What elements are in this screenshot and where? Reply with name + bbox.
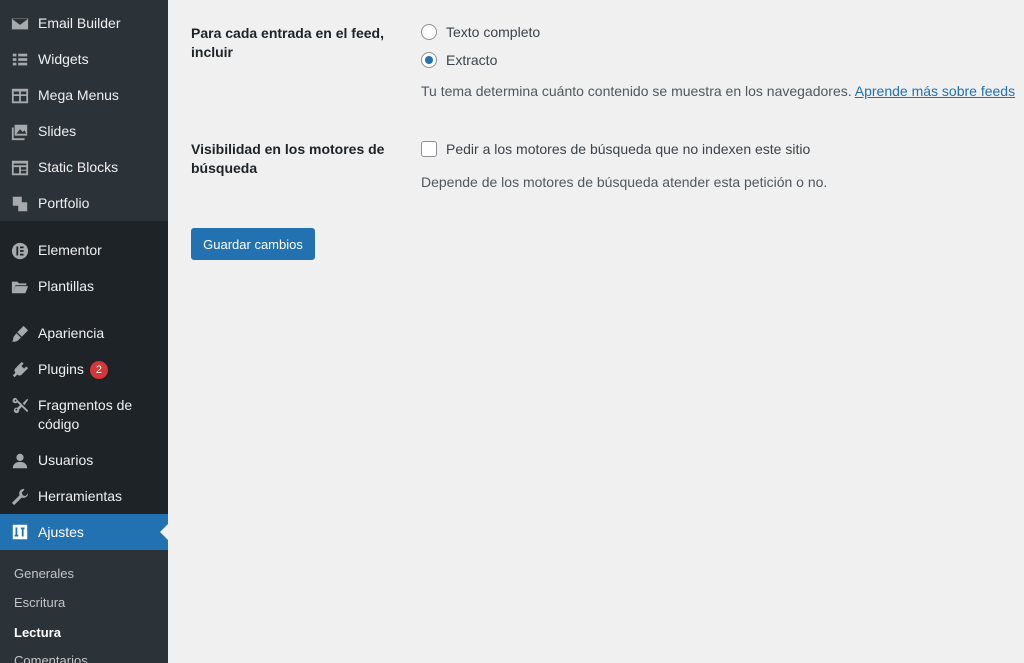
- submenu-escritura[interactable]: Escritura: [14, 595, 65, 610]
- feed-content-label: Para cada entrada en el feed, incluir: [191, 25, 384, 60]
- user-icon: [10, 451, 30, 471]
- save-changes-button[interactable]: Guardar cambios: [191, 228, 315, 260]
- admin-sidebar: Email Builder Widgets Mega Menus Slides …: [0, 0, 168, 663]
- settings-content: Para cada entrada en el feed, incluir Te…: [168, 0, 1024, 663]
- sidebar-item-usuarios[interactable]: Usuarios: [0, 451, 168, 473]
- search-visibility-label: Visibilidad en los motores de búsqueda: [191, 141, 385, 176]
- sidebar-item-ajustes[interactable]: Ajustes: [0, 514, 168, 550]
- feed-full-text-radio[interactable]: [421, 24, 437, 40]
- sidebar-item-plugins[interactable]: Plugins 2: [0, 360, 168, 382]
- sidebar-item-email-builder[interactable]: Email Builder: [0, 14, 168, 36]
- sidebar-item-widgets[interactable]: Widgets: [0, 50, 168, 72]
- slides-icon: [10, 122, 30, 142]
- feed-full-text-option[interactable]: Texto completo: [421, 24, 540, 40]
- static-blocks-icon: [10, 158, 30, 178]
- portfolio-icon: [10, 194, 30, 214]
- feed-excerpt-radio[interactable]: [421, 52, 437, 68]
- sidebar-item-static-blocks[interactable]: Static Blocks: [0, 158, 168, 180]
- submenu-comentarios[interactable]: Comentarios: [14, 653, 88, 663]
- search-visibility-description: Depende de los motores de búsqueda atend…: [421, 174, 828, 190]
- email-icon: [10, 14, 30, 34]
- sidebar-item-plantillas[interactable]: Plantillas: [0, 277, 168, 299]
- settings-submenu: Generales Escritura Lectura Comentarios: [0, 550, 168, 663]
- discourage-search-checkbox[interactable]: [421, 141, 437, 157]
- settings-icon: [10, 522, 30, 542]
- plugin-icon: [10, 360, 30, 380]
- submenu-lectura[interactable]: Lectura: [14, 625, 61, 640]
- sidebar-item-mega-menus[interactable]: Mega Menus: [0, 86, 168, 108]
- submenu-generales[interactable]: Generales: [14, 566, 74, 581]
- sidebar-item-apariencia[interactable]: Apariencia: [0, 324, 168, 346]
- wrench-icon: [10, 487, 30, 507]
- sidebar-item-portfolio[interactable]: Portfolio: [0, 194, 168, 216]
- sidebar-item-slides[interactable]: Slides: [0, 122, 168, 144]
- plugins-update-badge: 2: [89, 361, 108, 379]
- paintbrush-icon: [10, 324, 30, 344]
- folder-icon: [10, 277, 30, 297]
- feeds-learn-more-link[interactable]: Aprende más sobre feeds: [855, 83, 1015, 99]
- feed-description: Tu tema determina cuánto contenido se mu…: [421, 83, 1016, 99]
- elementor-icon: [10, 241, 30, 261]
- feed-excerpt-option[interactable]: Extracto: [421, 52, 497, 68]
- mega-menus-icon: [10, 86, 30, 106]
- widgets-icon: [10, 50, 30, 70]
- active-menu-arrow: [160, 524, 168, 540]
- sidebar-item-fragmentos[interactable]: Fragmentos de código: [0, 396, 168, 436]
- sidebar-item-herramientas[interactable]: Herramientas: [0, 487, 168, 509]
- scissors-icon: [10, 396, 30, 416]
- discourage-search-option[interactable]: Pedir a los motores de búsqueda que no i…: [421, 141, 810, 157]
- sidebar-item-elementor[interactable]: Elementor: [0, 241, 168, 263]
